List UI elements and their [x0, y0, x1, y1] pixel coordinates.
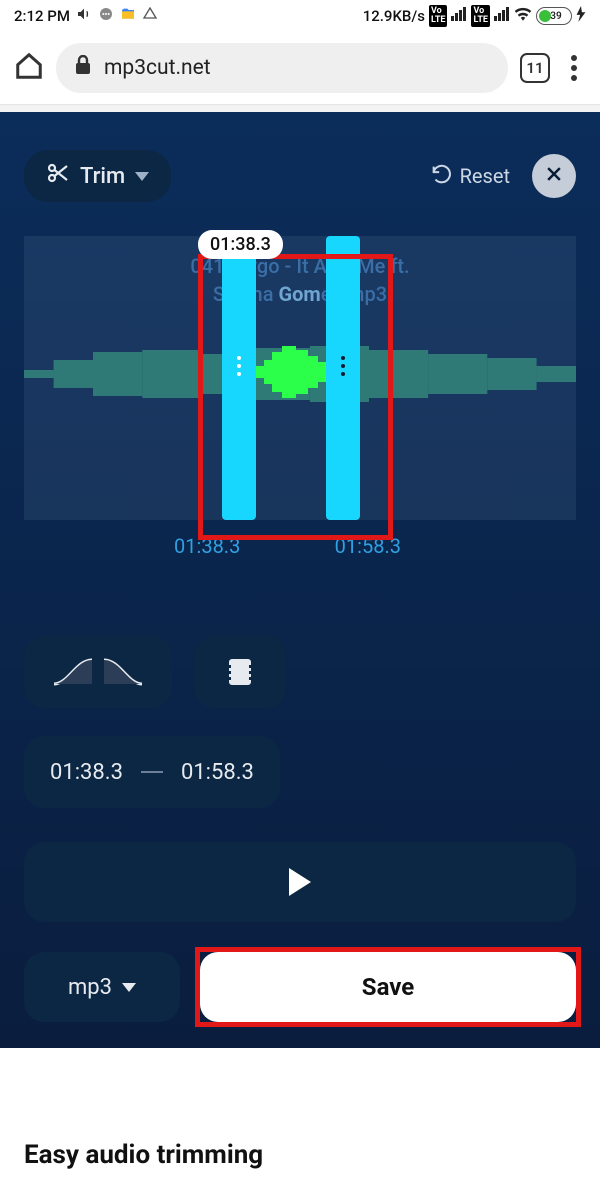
audio-cutter-app: Trim Reset 01:38.3 041. Kygo - It Ain't …	[0, 112, 600, 1048]
track-filename: 041. Kygo - It Ain't Me ft. Selena Gomez…	[24, 252, 576, 308]
charging-icon	[576, 6, 586, 26]
battery-percent: 39	[539, 11, 573, 22]
reset-label: Reset	[460, 164, 510, 188]
trim-mode-button[interactable]: Trim	[24, 150, 171, 202]
scissors-icon	[46, 161, 70, 191]
trim-label: Trim	[80, 164, 125, 189]
volume-icon	[76, 6, 92, 26]
toolbar-separator	[0, 104, 600, 112]
footer-heading-text: Easy audio trimming	[24, 1140, 263, 1170]
signal-icon-1	[451, 7, 467, 25]
save-button[interactable]: Save	[200, 952, 576, 1022]
drive-icon	[142, 6, 158, 26]
undo-icon	[430, 163, 452, 190]
tab-count-value: 11	[526, 59, 543, 77]
crop-tool-button[interactable]	[194, 636, 286, 708]
filename-bold: Gom	[278, 282, 320, 306]
waveform-canvas[interactable]: 041. Kygo - It Ain't Me ft. Selena Gomez…	[24, 236, 576, 520]
message-icon	[98, 6, 114, 26]
playhead-time-bubble: 01:38.3	[198, 230, 283, 259]
format-label: mp3	[68, 975, 112, 1000]
trim-handle-start[interactable]	[222, 236, 256, 520]
format-selector[interactable]: mp3	[24, 952, 180, 1022]
range-separator	[141, 771, 163, 773]
browser-toolbar: mp3cut.net 11	[0, 32, 600, 104]
trim-handle-end[interactable]	[326, 236, 360, 520]
wifi-icon	[514, 7, 532, 25]
export-row: mp3 Save	[24, 952, 576, 1022]
range-end-value: 01:58.3	[181, 760, 254, 785]
status-right: 12.9KB/s VoLTE VoLTE 39	[363, 5, 586, 27]
close-button[interactable]	[532, 154, 576, 198]
chevron-down-icon	[135, 172, 149, 181]
signal-icon-2	[494, 7, 510, 25]
status-left: 2:12 PM	[14, 6, 158, 26]
volte-badge-1: VoLTE	[429, 5, 448, 27]
waveform-area: 01:38.3 041. Kygo - It Ain't Me ft. Sele…	[24, 236, 576, 558]
time-marks: 01:38.3 01:58.3	[24, 534, 576, 558]
reset-button[interactable]: Reset	[430, 163, 510, 190]
url-bar[interactable]: mp3cut.net	[56, 43, 508, 93]
play-button[interactable]	[24, 842, 576, 922]
play-icon	[289, 868, 311, 896]
tab-switcher[interactable]: 11	[520, 53, 550, 83]
volte-badge-2: VoLTE	[471, 5, 490, 27]
url-text: mp3cut.net	[104, 56, 211, 80]
files-icon	[120, 6, 136, 26]
status-bar: 2:12 PM 12.9KB/s VoLTE VoLTE 39	[0, 0, 600, 32]
range-start-value: 01:38.3	[50, 760, 123, 785]
browser-menu-icon[interactable]	[562, 55, 586, 81]
time-range-chip[interactable]: 01:38.3 01:58.3	[24, 736, 280, 808]
save-label: Save	[362, 973, 414, 1001]
fade-tool-button[interactable]	[24, 636, 172, 708]
clock-text: 2:12 PM	[14, 7, 70, 25]
tools-row	[24, 636, 576, 708]
selected-waveform	[256, 344, 326, 400]
time-mark-end: 01:58.3	[335, 534, 401, 558]
battery-indicator: 39	[536, 7, 572, 25]
time-mark-start: 01:38.3	[174, 534, 240, 558]
home-icon[interactable]	[14, 51, 44, 85]
app-top-row: Trim Reset	[24, 150, 576, 202]
chevron-down-icon	[122, 983, 136, 992]
close-icon	[544, 164, 564, 188]
page-heading: Easy audio trimming	[0, 1048, 600, 1170]
net-speed: 12.9KB/s	[363, 7, 425, 25]
lock-icon	[74, 55, 92, 81]
